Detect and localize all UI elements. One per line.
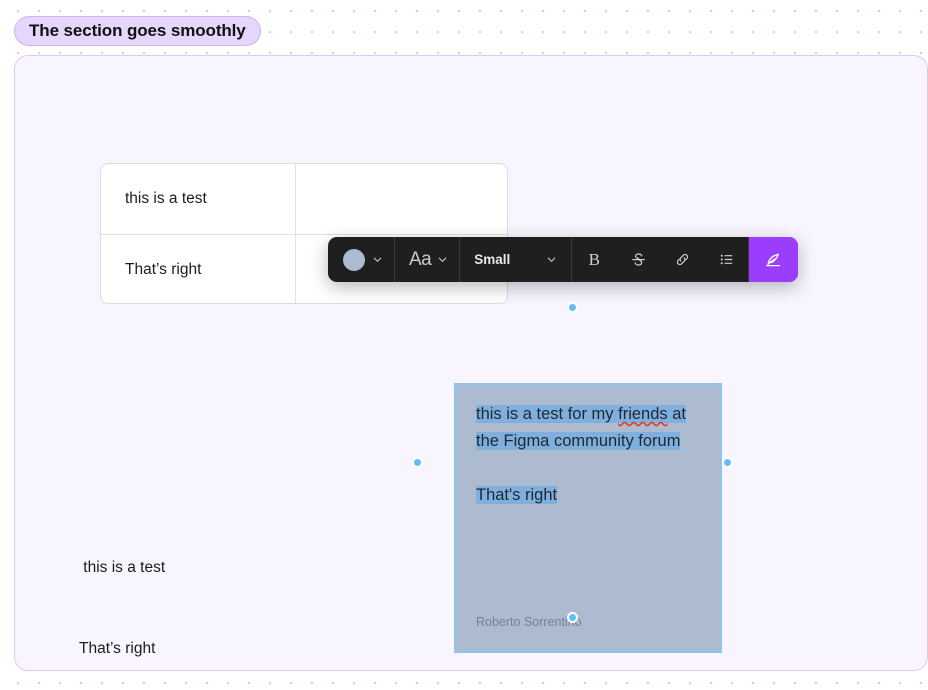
font-family-label: Aa bbox=[409, 248, 432, 270]
table-cell[interactable]: That’s right bbox=[101, 234, 296, 303]
table-cell[interactable]: this is a test bbox=[101, 164, 296, 234]
color-swatch-icon[interactable] bbox=[343, 248, 365, 271]
strikethrough-button[interactable] bbox=[616, 237, 660, 282]
sticky-note-paragraph[interactable]: That's right bbox=[476, 482, 700, 509]
chevron-down-icon[interactable] bbox=[437, 254, 448, 265]
section-badge-label: The section goes smoothly bbox=[29, 21, 246, 40]
table-object[interactable]: this is a test That’s right bbox=[100, 163, 508, 304]
section-badge[interactable]: The section goes smoothly bbox=[14, 16, 261, 46]
strikethrough-icon bbox=[631, 253, 645, 266]
chevron-down-icon[interactable] bbox=[546, 254, 557, 265]
table-row[interactable]: this is a test bbox=[101, 164, 507, 235]
bold-button[interactable]: B bbox=[572, 237, 616, 282]
font-size-value: Small bbox=[474, 252, 511, 267]
sticky-note-paragraph[interactable]: this is a test for my friends at the Fig… bbox=[476, 401, 700, 455]
selected-text-run: this is a test for my bbox=[476, 405, 619, 423]
sticky-note-author: Roberto Sorrentino bbox=[476, 615, 582, 629]
resize-handle-top[interactable] bbox=[567, 302, 578, 313]
misspelled-word: friends bbox=[618, 405, 668, 423]
ai-quill-button[interactable] bbox=[749, 237, 799, 282]
link-button[interactable] bbox=[660, 237, 704, 282]
format-toolbar[interactable]: Aa Small B bbox=[328, 237, 799, 282]
font-family-button[interactable]: Aa bbox=[395, 237, 461, 282]
sticky-note-body[interactable]: this is a test for my friends at the Fig… bbox=[456, 385, 720, 509]
resize-handle-bottom[interactable] bbox=[567, 612, 578, 623]
plain-text-line: That’s right bbox=[79, 640, 156, 657]
plain-text-object[interactable]: this is a test That’s right bbox=[79, 500, 166, 670]
quill-pen-icon bbox=[766, 253, 781, 267]
color-picker-button[interactable] bbox=[328, 237, 395, 282]
plain-text-line: this is a test bbox=[79, 559, 166, 576]
bold-icon: B bbox=[588, 249, 600, 269]
link-icon bbox=[676, 253, 688, 266]
table-cell[interactable] bbox=[296, 164, 507, 234]
font-size-dropdown[interactable]: Small bbox=[460, 237, 573, 282]
bulleted-list-button[interactable] bbox=[704, 237, 748, 282]
resize-handle-left[interactable] bbox=[412, 457, 423, 468]
canvas-frame[interactable]: this is a test That’s right this is a te… bbox=[14, 55, 928, 671]
sticky-note[interactable]: this is a test for my friends at the Fig… bbox=[454, 383, 722, 653]
resize-handle-right[interactable] bbox=[722, 457, 733, 468]
bulleted-list-icon bbox=[720, 254, 733, 265]
chevron-down-icon[interactable] bbox=[372, 254, 383, 265]
selected-text-run: That's right bbox=[476, 486, 558, 504]
